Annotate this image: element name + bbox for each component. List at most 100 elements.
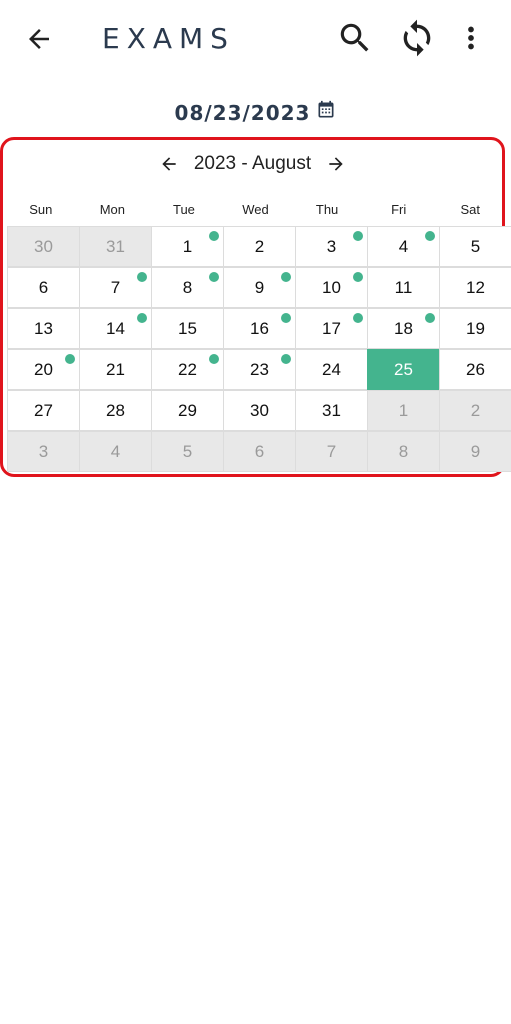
weekday-label: Wed — [242, 202, 269, 217]
calendar-title: 2023 - August — [193, 153, 312, 174]
day-number: 15 — [178, 318, 197, 338]
day-number: 6 — [254, 441, 265, 461]
calendar-icon[interactable] — [316, 100, 336, 125]
day-number: 8 — [398, 441, 409, 461]
back-button[interactable] — [18, 20, 60, 62]
calendar-day-cell[interactable]: 28 — [79, 390, 152, 431]
day-number: 2 — [470, 400, 481, 420]
refresh-icon — [397, 18, 437, 63]
calendar-day-cell[interactable]: 24 — [295, 349, 368, 390]
weekday-label: Sat — [460, 202, 481, 217]
calendar-day-cell[interactable]: 10 — [295, 267, 368, 308]
calendar-day-cell-outside[interactable]: 30 — [7, 226, 80, 267]
search-button[interactable] — [332, 18, 378, 62]
day-number: 27 — [34, 400, 53, 420]
calendar-day-cell-selected[interactable]: 25 — [367, 349, 440, 390]
day-number: 22 — [178, 359, 197, 379]
calendar-day-cell[interactable]: 26 — [439, 349, 511, 390]
day-number: 16 — [250, 318, 269, 338]
calendar-day-cell[interactable]: 9 — [223, 267, 296, 308]
day-number: 25 — [394, 359, 413, 379]
calendar-day-cell[interactable]: 17 — [295, 308, 368, 349]
calendar-day-cell[interactable]: 23 — [223, 349, 296, 390]
event-indicator-dot — [353, 231, 363, 241]
day-number: 24 — [322, 359, 341, 379]
weekday-label: Tue — [172, 202, 195, 217]
day-number: 4 — [398, 236, 409, 256]
calendar-day-cell[interactable]: 14 — [79, 308, 152, 349]
search-icon — [336, 19, 374, 62]
calendar-day-cell-outside[interactable]: 3 — [7, 431, 80, 472]
event-indicator-dot — [209, 272, 219, 282]
event-indicator-dot — [353, 313, 363, 323]
day-number: 9 — [470, 441, 481, 461]
calendar-day-cell[interactable]: 2 — [223, 226, 296, 267]
event-indicator-dot — [209, 354, 219, 364]
weekday-label: Fri — [391, 202, 407, 217]
day-number: 31 — [106, 236, 125, 256]
calendar-day-cell-outside[interactable]: 31 — [79, 226, 152, 267]
event-indicator-dot — [425, 313, 435, 323]
calendar-day-cell[interactable]: 27 — [7, 390, 80, 431]
refresh-button[interactable] — [394, 17, 440, 63]
calendar-day-cell[interactable]: 1 — [151, 226, 224, 267]
calendar-day-cell-outside[interactable]: 7 — [295, 431, 368, 472]
calendar-day-cell[interactable]: 4 — [367, 226, 440, 267]
day-number: 4 — [110, 441, 121, 461]
calendar-day-cell[interactable]: 16 — [223, 308, 296, 349]
calendar-day-cell[interactable]: 13 — [7, 308, 80, 349]
calendar-day-cell-outside[interactable]: 1 — [367, 390, 440, 431]
calendar-day-cell[interactable]: 31 — [295, 390, 368, 431]
day-number: 13 — [34, 318, 53, 338]
weekday-label: Thu — [315, 202, 339, 217]
day-number: 30 — [34, 236, 53, 256]
calendar-day-cell-outside[interactable]: 2 — [439, 390, 511, 431]
day-number: 30 — [250, 400, 269, 420]
day-number: 12 — [466, 277, 485, 297]
event-indicator-dot — [65, 354, 75, 364]
calendar-day-cell[interactable]: 7 — [79, 267, 152, 308]
calendar-day-cell-outside[interactable]: 8 — [367, 431, 440, 472]
day-number: 11 — [394, 277, 413, 297]
calendar-day-cell[interactable]: 3 — [295, 226, 368, 267]
event-indicator-dot — [353, 272, 363, 282]
more-options-button[interactable] — [452, 18, 490, 62]
calendar-day-cell[interactable]: 15 — [151, 308, 224, 349]
prev-month-button[interactable] — [158, 153, 180, 175]
day-number: 10 — [322, 277, 341, 297]
calendar-week-row: 6 7 8 9 10 11 12 — [7, 267, 511, 308]
date-picker[interactable]: 08/23/2023 — [0, 100, 511, 125]
calendar-day-cell[interactable]: 12 — [439, 267, 511, 308]
calendar-day-cell[interactable]: 22 — [151, 349, 224, 390]
calendar-day-cell[interactable]: 6 — [7, 267, 80, 308]
calendar-day-cell-outside[interactable]: 5 — [151, 431, 224, 472]
calendar-day-cell[interactable]: 19 — [439, 308, 511, 349]
page-title: EXAMS — [102, 22, 235, 55]
day-number: 3 — [326, 236, 337, 256]
calendar-day-cell[interactable]: 11 — [367, 267, 440, 308]
day-number: 5 — [470, 236, 481, 256]
day-number: 17 — [322, 318, 341, 338]
calendar-header: 2023 - August — [3, 150, 502, 178]
day-number: 31 — [322, 400, 341, 420]
next-month-button[interactable] — [325, 153, 347, 175]
calendar-day-cell[interactable]: 21 — [79, 349, 152, 390]
calendar-day-cell-outside[interactable]: 6 — [223, 431, 296, 472]
day-number: 21 — [106, 359, 125, 379]
calendar-day-cell[interactable]: 20 — [7, 349, 80, 390]
event-indicator-dot — [281, 354, 291, 364]
calendar-day-cell[interactable]: 18 — [367, 308, 440, 349]
calendar-day-cell[interactable]: 29 — [151, 390, 224, 431]
calendar-day-cell[interactable]: 30 — [223, 390, 296, 431]
calendar-day-cell-outside[interactable]: 9 — [439, 431, 511, 472]
calendar-grid: 30 31 1 2 3 4 5 6 7 8 9 10 11 12 13 14 15 16 17 18 19 20 21 22 2… — [7, 226, 511, 472]
calendar-day-cell-outside[interactable]: 4 — [79, 431, 152, 472]
calendar-day-cell[interactable]: 5 — [439, 226, 511, 267]
event-indicator-dot — [425, 231, 435, 241]
calendar-day-cell[interactable]: 8 — [151, 267, 224, 308]
day-number: 20 — [34, 359, 53, 379]
day-number: 9 — [254, 277, 265, 297]
calendar-week-row: 3 4 5 6 7 8 9 — [7, 431, 511, 472]
event-indicator-dot — [137, 313, 147, 323]
arrow-left-icon — [162, 157, 176, 171]
